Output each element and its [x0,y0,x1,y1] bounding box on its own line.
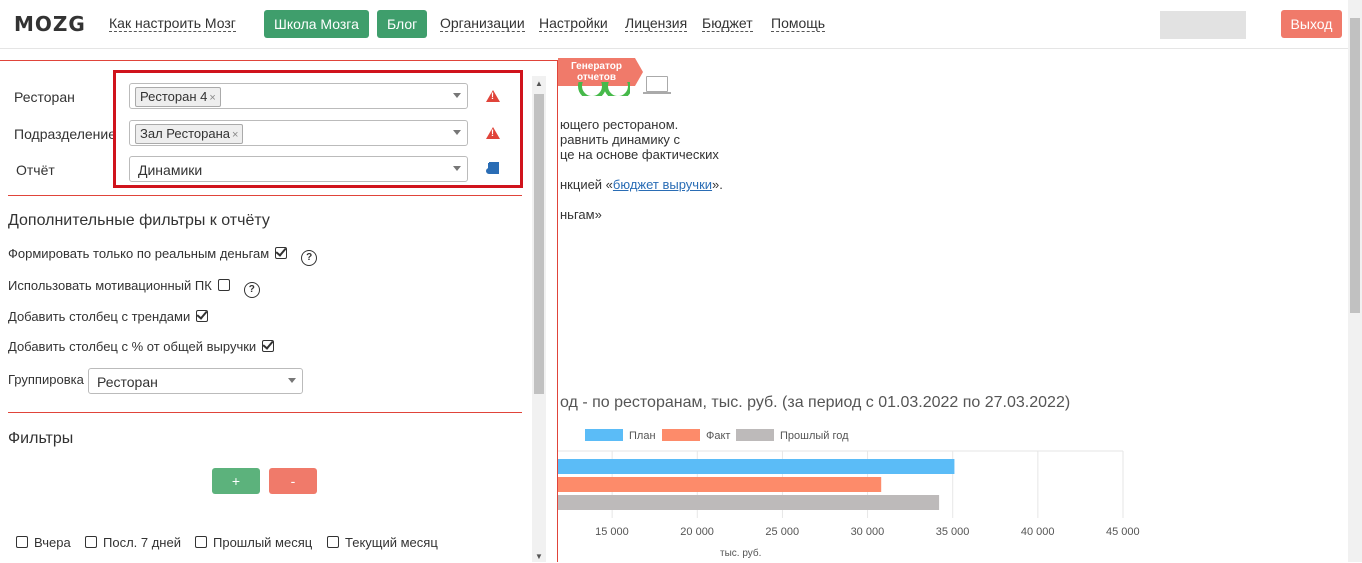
x-tick-label: 35 000 [935,526,970,538]
grouping-label: Группировка [8,372,84,387]
period-current-month[interactable]: Текущий месяц [327,535,438,550]
chevron-down-icon [288,378,296,383]
x-tick-label: 15 000 [595,526,629,538]
motivational-pk-option[interactable]: Использовать мотивационный ПК? [8,278,260,298]
divider [8,412,522,413]
x-tick-label: 40 000 [1020,526,1055,538]
division-label: Подразделение [14,126,117,142]
extra-filters-title: Дополнительные фильтры к отчёту [8,212,270,229]
page-scrollbar-thumb[interactable] [1350,18,1360,313]
trends-checkbox[interactable] [196,310,209,322]
highlight-frame [113,70,523,188]
add-filter-button[interactable]: + [212,468,260,494]
scroll-up-icon[interactable]: ▲ [535,79,543,88]
page-scrollbar[interactable] [1348,0,1362,562]
divider [8,195,522,196]
panel-scrollbar[interactable]: ▲ ▼ [532,76,546,562]
bar-last-year[interactable] [558,495,940,510]
period-yesterday[interactable]: Вчера [16,535,71,550]
scroll-down-icon[interactable]: ▼ [535,552,543,561]
help-icon[interactable]: ? [243,282,260,298]
help-icon[interactable]: ? [301,250,318,266]
bar-fact[interactable] [558,477,882,492]
x-tick-label: 25 000 [765,526,800,538]
period-last-7-days[interactable]: Посл. 7 дней [85,535,181,550]
x-tick-label: 45 000 [1106,526,1140,538]
remove-filter-button[interactable]: - [269,468,317,494]
panel-border [557,60,558,562]
panel-scrollbar-thumb[interactable] [534,94,544,394]
x-axis-label: тыс. руб. [720,548,762,559]
x-tick-label: 20 000 [680,526,714,538]
bar-plan[interactable] [558,459,955,474]
filters-title: Фильтры [8,430,74,447]
report-label: Отчёт [16,162,55,178]
restaurant-label: Ресторан [14,89,75,105]
real-money-option[interactable]: Формировать только по реальным деньгам? [8,246,318,266]
real-money-checkbox[interactable] [275,247,288,259]
percent-revenue-option[interactable]: Добавить столбец с % от общей выручки [8,339,275,354]
period-last-month[interactable]: Прошлый месяц [195,535,312,550]
percent-revenue-checkbox[interactable] [262,340,275,352]
trends-option[interactable]: Добавить столбец с трендами [8,309,209,324]
motivational-pk-checkbox[interactable] [217,279,230,291]
x-tick-label: 30 000 [850,526,885,538]
grouping-select[interactable]: Ресторан [88,368,303,394]
